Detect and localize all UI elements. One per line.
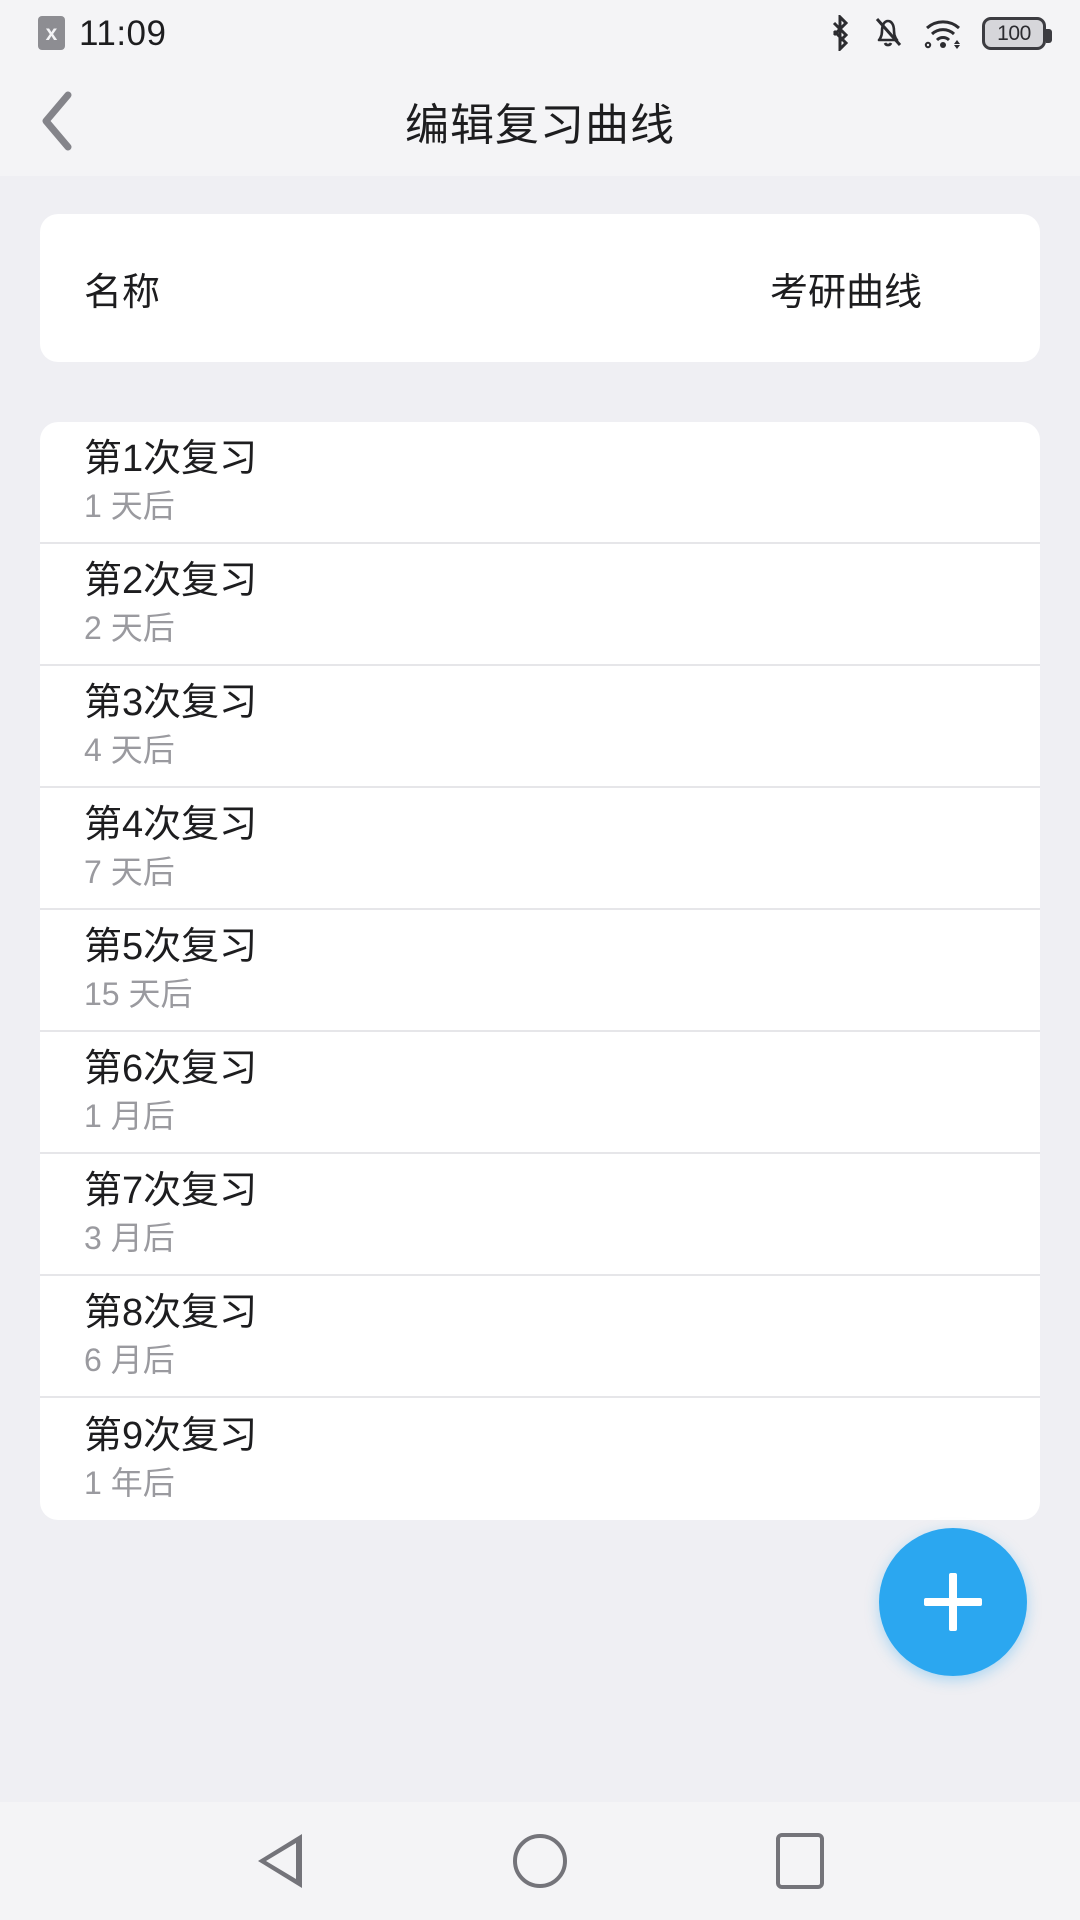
back-button[interactable] (14, 78, 100, 164)
status-clock: 11:09 (79, 13, 167, 53)
list-item-subtitle: 1 年后 (84, 1465, 175, 1502)
list-item-title: 第2次复习 (84, 560, 258, 603)
list-item[interactable]: 第3次复习 4 天后 (40, 666, 1040, 788)
android-nav-bar (0, 1802, 1080, 1920)
nav-back-button[interactable] (225, 1806, 335, 1916)
list-item-subtitle: 4 天后 (84, 732, 175, 769)
status-bar-left: x 11:09 (38, 16, 167, 51)
list-item-title: 第9次复习 (84, 1415, 258, 1458)
add-review-fab[interactable] (879, 1528, 1027, 1676)
list-item[interactable]: 第9次复习 1 年后 (40, 1398, 1040, 1520)
phone-screen: x 11:09 100 编辑复习曲线 名称 考研曲线 第1次复习 1 天后 第2… (0, 0, 1080, 1920)
name-row[interactable]: 名称 考研曲线 (40, 214, 1040, 362)
list-item-subtitle: 15 天后 (84, 976, 193, 1013)
name-value: 考研曲线 (769, 271, 922, 314)
sim-x-icon-glyph: x (45, 21, 58, 45)
list-item-subtitle: 2 天后 (84, 610, 175, 647)
list-item-title: 第6次复习 (84, 1048, 258, 1091)
list-item-title: 第4次复习 (84, 804, 258, 847)
list-item[interactable]: 第8次复习 6 月后 (40, 1276, 1040, 1398)
list-item-subtitle: 3 月后 (84, 1220, 175, 1257)
triangle-back-icon (258, 1834, 302, 1888)
list-item[interactable]: 第1次复习 1 天后 (40, 422, 1040, 544)
list-item-subtitle: 6 月后 (84, 1342, 175, 1379)
bluetooth-icon (832, 15, 849, 51)
list-item[interactable]: 第6次复习 1 月后 (40, 1032, 1040, 1154)
name-label: 名称 (84, 271, 161, 314)
list-item-subtitle: 1 天后 (84, 488, 175, 525)
status-bar-right: 100 (827, 15, 1052, 51)
list-item-title: 第5次复习 (84, 926, 258, 969)
battery-icon: 100 (982, 16, 1052, 50)
title-bar: 编辑复习曲线 (0, 66, 1080, 176)
list-item[interactable]: 第2次复习 2 天后 (40, 544, 1040, 666)
content-area: 名称 考研曲线 第1次复习 1 天后 第2次复习 2 天后 第3次复习 4 天后… (0, 176, 1080, 1802)
list-item[interactable]: 第5次复习 15 天后 (40, 910, 1040, 1032)
square-recents-icon (776, 1833, 824, 1889)
page-title: 编辑复习曲线 (405, 101, 675, 150)
list-item-title: 第8次复习 (84, 1292, 258, 1335)
review-list: 第1次复习 1 天后 第2次复习 2 天后 第3次复习 4 天后 第4次复习 7… (40, 422, 1040, 1520)
list-item[interactable]: 第7次复习 3 月后 (40, 1154, 1040, 1276)
list-item-title: 第1次复习 (84, 438, 258, 481)
list-item-subtitle: 1 月后 (84, 1098, 175, 1135)
status-bar: x 11:09 100 (0, 0, 1080, 66)
battery-level-label: 100 (997, 21, 1031, 45)
chevron-left-icon (42, 91, 72, 151)
bell-muted-icon (875, 18, 902, 47)
list-item-subtitle: 7 天后 (84, 854, 175, 891)
plus-icon-vertical (949, 1573, 957, 1631)
nav-home-button[interactable] (485, 1806, 595, 1916)
list-item-title: 第7次复习 (84, 1170, 258, 1213)
circle-home-icon (513, 1834, 567, 1888)
wifi-icon (924, 20, 960, 49)
sim-x-icon: x (38, 16, 65, 50)
list-item-title: 第3次复习 (84, 682, 258, 725)
list-item[interactable]: 第4次复习 7 天后 (40, 788, 1040, 910)
nav-recents-button[interactable] (745, 1806, 855, 1916)
